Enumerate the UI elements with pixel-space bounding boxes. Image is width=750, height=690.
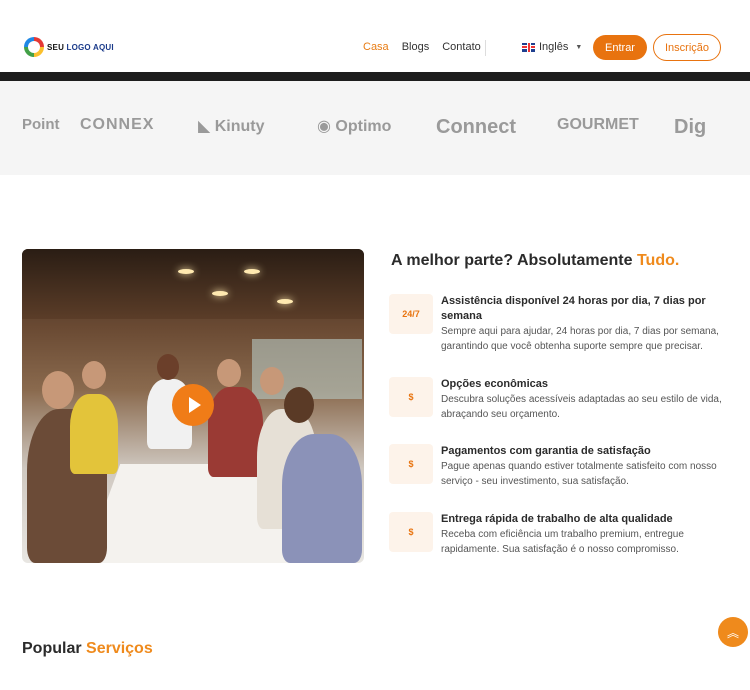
brand-logo: GOURMET [557,116,639,133]
brand-logo: ◉ Optimo [317,118,392,135]
photo-person-head [82,361,106,389]
brand-logo: Connect [436,116,516,138]
header-divider-band [0,72,750,81]
photo-person [70,394,118,474]
nav-divider [485,40,486,56]
language-selector[interactable]: Inglês ▼ [522,41,582,53]
economic-options-icon: $ [389,377,433,417]
photo-person-head [157,354,179,380]
play-video-button[interactable] [172,384,214,426]
brand-logo: Dig [674,116,707,138]
ceiling-light [178,269,194,274]
language-label: Inglês [539,41,569,53]
feature-item: 24/7 Assistência disponível 24 horas por… [389,294,734,354]
site-logo[interactable]: SEU LOGO AQUI [24,37,114,57]
feature-title: Pagamentos com garantia de satisfação [441,445,651,457]
brand-logos-strip: Point CONNEX ◣ Kinuty ◉ Optimo Connect G… [0,81,750,175]
nav-blogs-link[interactable]: Blogs [402,41,430,53]
brand-logo: ◣ Kinuty [198,118,265,135]
login-button[interactable]: Entrar [593,35,647,60]
photo-person-head [42,371,74,409]
signup-button[interactable]: Inscrição [653,34,721,61]
photo-person [282,434,362,563]
photo-person-head [284,387,314,423]
feature-item: $ Pagamentos com garantia de satisfação … [389,444,734,489]
photo-person [208,387,263,477]
feature-item: $ Opções econômicas Descubra soluções ac… [389,377,734,422]
payment-guarantee-icon: $ [389,444,433,484]
logo-text: SEU LOGO AQUI [47,42,114,52]
feature-description: Receba com eficiência um trabalho premiu… [441,529,684,555]
features-heading: A melhor parte? Absolutamente Tudo. [391,252,680,269]
site-header: SEU LOGO AQUI Casa Blogs Contato Inglês … [0,0,750,72]
ceiling-light [277,299,293,304]
photo-person-head [260,367,284,395]
feature-title: Entrega rápida de trabalho de alta quali… [441,513,673,525]
ceiling-light [212,291,228,296]
ceiling-light [244,269,260,274]
photo-person-head [217,359,241,387]
popular-services-heading: Popular Serviços [22,640,153,657]
photo-ceiling [22,249,364,319]
feature-title: Opções econômicas [441,378,548,390]
nav-home-link[interactable]: Casa [363,41,389,53]
uk-flag-icon [522,42,535,52]
caret-down-icon: ▼ [575,43,583,51]
feature-description: Pague apenas quando estiver totalmente s… [441,461,717,487]
scroll-to-top-button[interactable]: ︽ [718,617,748,647]
brand-logo: CONNEX [80,116,155,133]
feature-description: Descubra soluções acessíveis adaptadas a… [441,394,722,420]
logo-ring-icon [24,37,44,57]
nav-contact-link[interactable]: Contato [442,41,481,53]
brand-logo: Point [22,116,60,133]
feature-description: Sempre aqui para ajudar, 24 horas por di… [441,326,719,352]
24-7-support-icon: 24/7 [389,294,433,334]
main-nav: Casa Blogs Contato [363,41,481,53]
feature-item: $ Entrega rápida de trabalho de alta qua… [389,512,734,557]
office-team-video[interactable] [22,249,364,563]
feature-title: Assistência disponível 24 horas por dia,… [441,295,706,322]
double-chevron-up-icon: ︽ [726,625,739,640]
fast-delivery-icon: $ [389,512,433,552]
